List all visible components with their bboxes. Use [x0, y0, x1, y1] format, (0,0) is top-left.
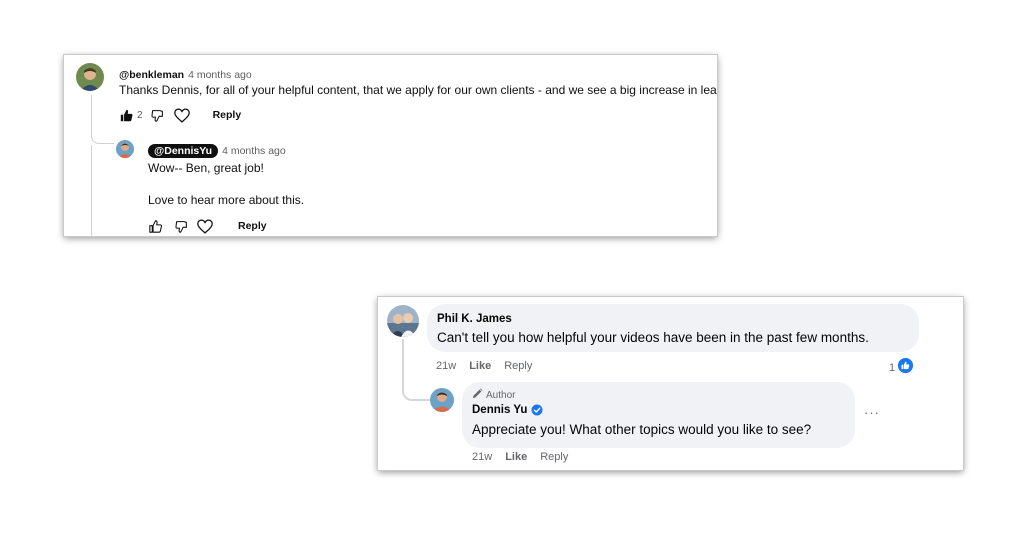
- reply-text: Appreciate you! What other topics would …: [472, 422, 812, 437]
- verified-badge-icon: [531, 404, 543, 416]
- avatar[interactable]: [116, 140, 134, 158]
- comment-timestamp[interactable]: 21w: [436, 360, 456, 372]
- pencil-icon: [472, 388, 483, 402]
- avatar[interactable]: [430, 388, 454, 412]
- reply-author-handle[interactable]: @DennisYu: [148, 144, 219, 158]
- avatar[interactable]: [76, 63, 104, 91]
- reaction-count: 1: [889, 362, 896, 374]
- like-button[interactable]: Like: [469, 360, 491, 372]
- more-options-icon[interactable]: ···: [864, 405, 880, 420]
- reply-timestamp[interactable]: 21w: [472, 451, 492, 463]
- reply-author-row: Dennis Yu: [472, 404, 543, 416]
- reply-actions: 21w Like Reply: [472, 451, 581, 463]
- reaction-summary[interactable]: 1: [889, 357, 915, 379]
- reply-thread-line: [91, 95, 114, 144]
- reply-bubble: Author Dennis Yu Appreciate you! What ot…: [462, 382, 855, 448]
- comment-author-name[interactable]: Phil K. James: [437, 313, 512, 325]
- like-button[interactable]: Like: [505, 451, 527, 463]
- reply-actions: Reply: [146, 217, 267, 235]
- like-reaction-icon: [897, 357, 915, 379]
- reply-button[interactable]: Reply: [540, 451, 568, 463]
- reply-text-line-1: Wow-- Ben, great job!: [148, 161, 264, 175]
- avatar[interactable]: [387, 305, 419, 337]
- facebook-comment-screenshot: Phil K. James Can't tell you how helpful…: [378, 297, 963, 470]
- comment-bubble: Phil K. James Can't tell you how helpful…: [427, 304, 919, 352]
- comment-author-handle[interactable]: @benkleman: [119, 69, 184, 81]
- reply-author-name[interactable]: Dennis Yu: [472, 404, 527, 416]
- comment-actions: 21w Like Reply: [436, 360, 545, 372]
- comment-actions: 2 Reply: [117, 106, 241, 124]
- author-badge-label: Author: [486, 389, 516, 401]
- like-count: 2: [137, 109, 143, 121]
- like-icon[interactable]: [117, 106, 135, 124]
- reply-button[interactable]: Reply: [504, 360, 532, 372]
- reply-thread-line: [402, 339, 430, 401]
- reply-text-line-2: Love to hear more about this.: [148, 193, 305, 207]
- heart-icon[interactable]: [173, 106, 191, 124]
- comment-text: Can't tell you how helpful your videos h…: [437, 330, 869, 345]
- reply-button[interactable]: Reply: [213, 109, 242, 121]
- comment-header: @benkleman 4 months ago: [119, 65, 252, 83]
- comment-text: Thanks Dennis, for all of your helpful c…: [119, 83, 717, 97]
- comment-timestamp[interactable]: 4 months ago: [188, 69, 252, 81]
- reply-button[interactable]: Reply: [238, 220, 267, 232]
- heart-icon[interactable]: [196, 217, 214, 235]
- reply-timestamp[interactable]: 4 months ago: [222, 145, 286, 157]
- reply-thread-line-continued: [91, 145, 92, 236]
- dislike-icon[interactable]: [172, 217, 190, 235]
- author-badge: Author: [472, 388, 515, 402]
- dislike-icon[interactable]: [149, 106, 167, 124]
- reply-header: @DennisYu 4 months ago: [148, 141, 286, 159]
- youtube-comment-screenshot: @benkleman 4 months ago Thanks Dennis, fo…: [64, 55, 717, 236]
- like-icon[interactable]: [146, 217, 164, 235]
